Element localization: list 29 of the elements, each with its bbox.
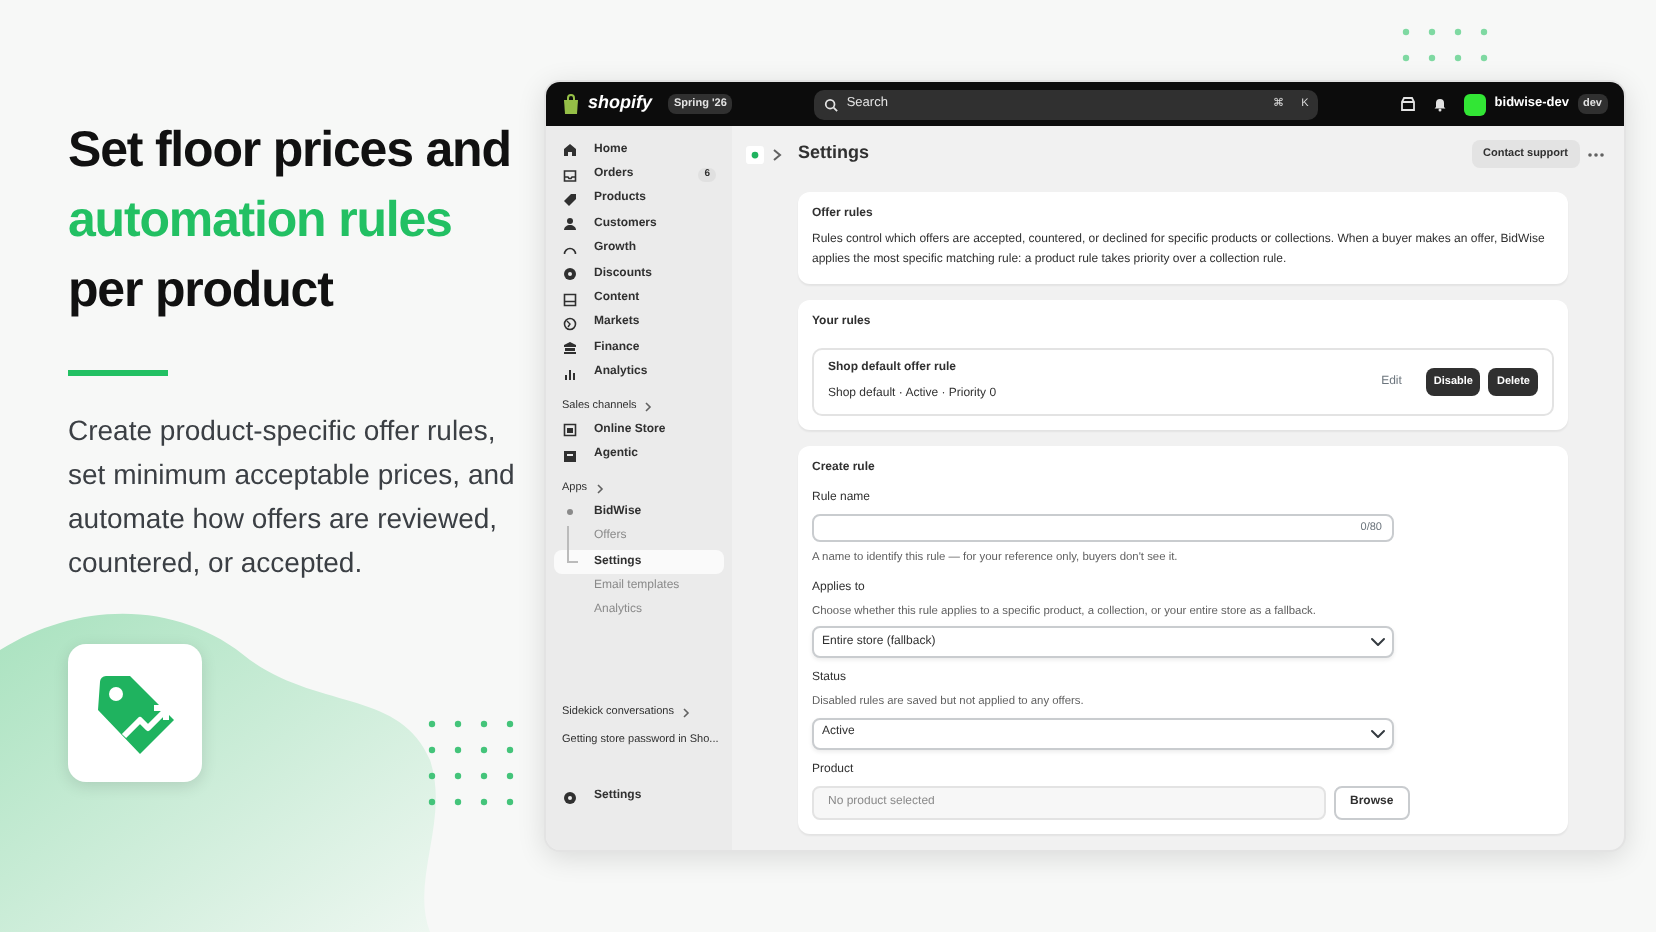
headline-line: per product xyxy=(68,260,336,322)
accent-rule xyxy=(68,370,168,376)
search-icon xyxy=(824,97,839,111)
tray-icon xyxy=(562,167,578,184)
page-title: Settings xyxy=(798,140,872,167)
chevron-icon xyxy=(595,483,604,494)
app-logo-icon xyxy=(746,145,764,164)
store-icon xyxy=(562,422,578,439)
app-dot-icon xyxy=(562,504,578,521)
person-icon xyxy=(562,216,578,233)
headline-line: automation rules xyxy=(68,190,454,252)
bank-icon xyxy=(562,340,578,357)
logo-text: shopify xyxy=(588,90,653,117)
house-icon xyxy=(562,142,578,159)
bar-chart-icon xyxy=(562,365,578,382)
chevron-icon xyxy=(772,147,782,162)
dot-grid-drawing xyxy=(1402,28,1488,62)
bell-icon[interactable] xyxy=(1432,96,1449,112)
avatar[interactable] xyxy=(1464,93,1487,115)
chevron-icon xyxy=(681,707,690,718)
chevron-icon xyxy=(644,401,653,412)
more-icon[interactable] xyxy=(1588,151,1604,158)
shopping-bag-icon xyxy=(562,94,580,114)
description: Create product-specific offer rules, set minimum acceptable prices, and automate how offers are reviewed, countered, or accepted. xyxy=(68,412,517,582)
store-icon[interactable] xyxy=(1400,96,1417,112)
headline-line: Set floor prices and xyxy=(68,120,513,182)
tag-icon xyxy=(562,191,578,208)
dot-grid-drawing xyxy=(428,720,514,806)
box-icon xyxy=(562,447,578,464)
